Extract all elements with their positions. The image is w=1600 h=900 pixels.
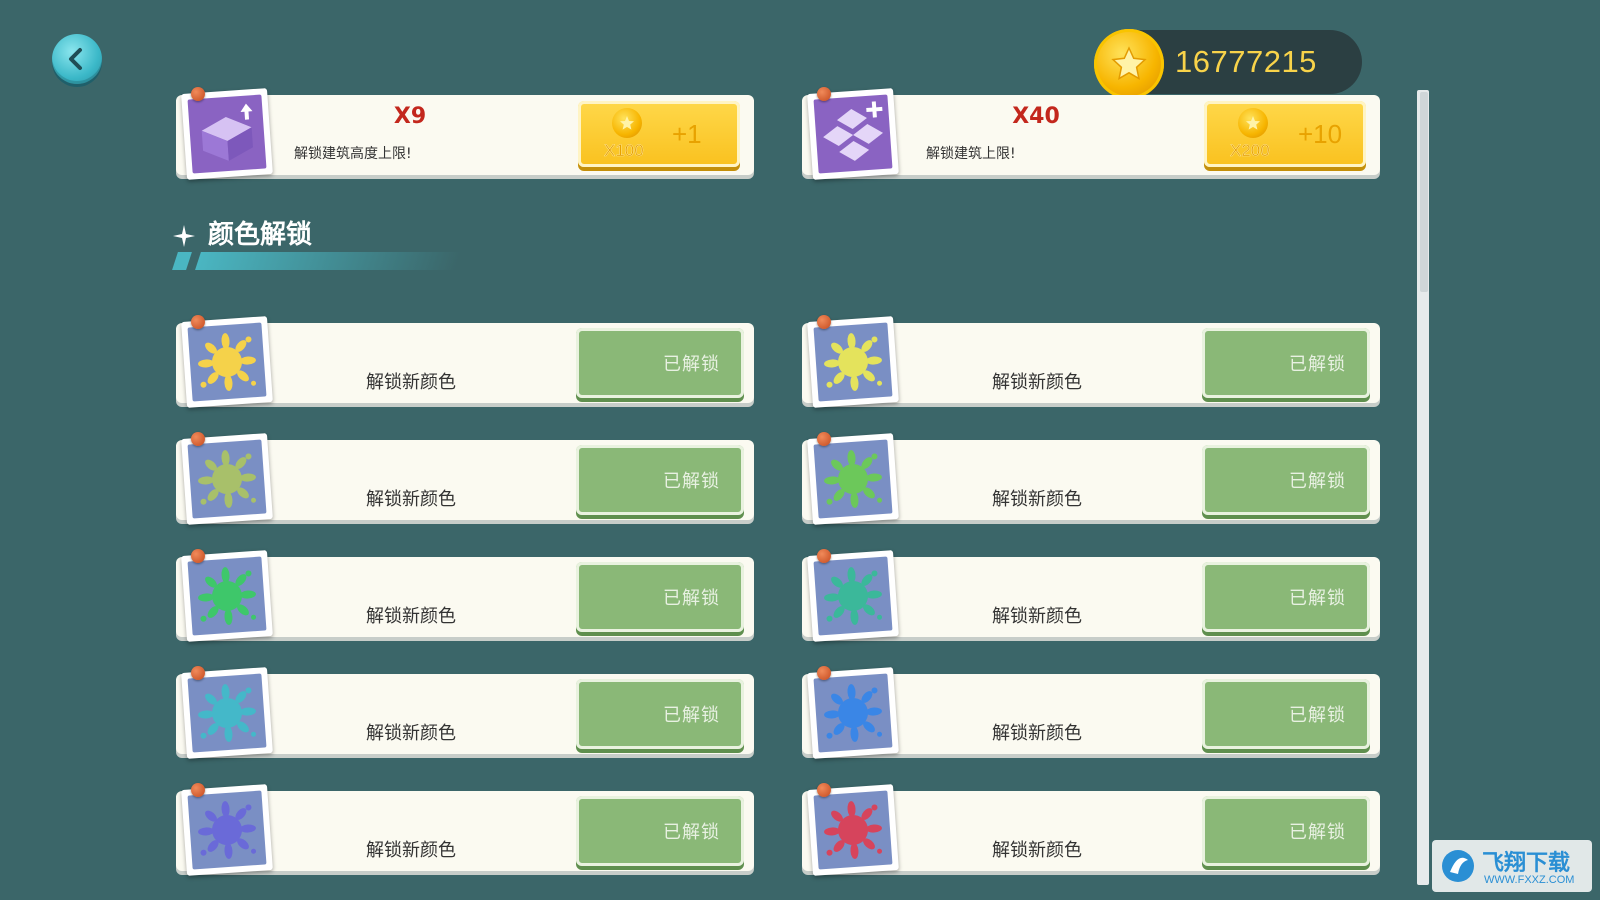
upgrade-thumbnail	[807, 88, 899, 180]
upgrade-description: 解锁建筑高度上限!	[294, 146, 412, 162]
color-thumbnail	[807, 550, 899, 642]
color-description: 解锁新颜色	[366, 606, 456, 627]
upgrade-multiplier: X40	[1012, 104, 1060, 129]
color-description: 解锁新颜色	[992, 372, 1082, 393]
paint-splat-icon	[824, 333, 883, 391]
pin-icon	[817, 783, 831, 797]
buy-height-button[interactable]: X100 +1	[578, 101, 740, 167]
paint-splat-icon	[198, 333, 257, 391]
watermark-logo-icon	[1442, 850, 1474, 882]
watermark-logo: 飞翔下载 WWW.FXXZ.COM	[1432, 840, 1592, 892]
upgrade-thumbnail	[181, 88, 273, 180]
unlocked-label: 已解锁	[663, 588, 720, 609]
pin-icon	[191, 87, 205, 101]
section-title: 颜色解锁	[208, 220, 313, 250]
color-thumbnail	[181, 316, 273, 408]
back-arrow-icon	[69, 48, 82, 70]
pin-icon	[817, 549, 831, 563]
paint-splat-icon	[824, 801, 883, 859]
unlocked-label: 已解锁	[1289, 354, 1346, 375]
color-description: 解锁新颜色	[992, 489, 1082, 510]
color-description: 解锁新颜色	[366, 723, 456, 744]
unlocked-label: 已解锁	[663, 471, 720, 492]
color-thumbnail	[181, 550, 273, 642]
color-thumbnail	[807, 784, 899, 876]
color-thumbnail	[807, 667, 899, 759]
pin-icon	[191, 666, 205, 680]
pin-icon	[817, 87, 831, 101]
color-description: 解锁新颜色	[366, 489, 456, 510]
unlocked-button[interactable]: 已解锁	[576, 445, 744, 515]
sparkle-icon	[173, 225, 195, 247]
pin-icon	[191, 315, 205, 329]
color-thumbnail	[181, 667, 273, 759]
paint-splat-icon	[824, 450, 883, 508]
color-description: 解锁新颜色	[366, 840, 456, 861]
unlocked-button[interactable]: 已解锁	[576, 328, 744, 398]
unlocked-button[interactable]: 已解锁	[1202, 796, 1370, 866]
back-button[interactable]	[52, 34, 102, 84]
coin-icon	[1238, 108, 1268, 138]
coin-balance: 16777215	[1175, 44, 1317, 79]
unlocked-label: 已解锁	[663, 354, 720, 375]
scrollbar-thumb[interactable]	[1420, 92, 1428, 292]
star-coin-icon	[1094, 29, 1164, 99]
unlocked-button[interactable]: 已解锁	[576, 796, 744, 866]
paint-splat-icon	[824, 567, 883, 625]
building-height-icon	[201, 103, 253, 161]
pin-icon	[817, 666, 831, 680]
color-thumbnail	[807, 433, 899, 525]
color-thumbnail	[807, 316, 899, 408]
coin-icon	[612, 108, 642, 138]
buy-count-button[interactable]: X200 +10	[1204, 101, 1366, 167]
unlocked-label: 已解锁	[663, 822, 720, 843]
unlocked-button[interactable]: 已解锁	[1202, 679, 1370, 749]
buy-gain: +1	[672, 119, 702, 149]
buy-gain: +10	[1298, 119, 1343, 149]
color-thumbnail	[181, 433, 273, 525]
watermark-title: 飞翔下载	[1482, 851, 1571, 876]
pin-icon	[191, 432, 205, 446]
upgrade-multiplier: X9	[393, 104, 427, 129]
paint-splat-icon	[198, 801, 257, 859]
pin-icon	[817, 315, 831, 329]
unlocked-label: 已解锁	[1289, 822, 1346, 843]
buy-cost: X200	[1230, 141, 1270, 160]
pin-icon	[191, 783, 205, 797]
unlocked-label: 已解锁	[1289, 588, 1346, 609]
color-description: 解锁新颜色	[992, 606, 1082, 627]
unlocked-button[interactable]: 已解锁	[576, 679, 744, 749]
color-description: 解锁新颜色	[992, 840, 1082, 861]
title-underline	[172, 252, 192, 270]
building-count-icon	[823, 101, 883, 161]
watermark-url: WWW.FXXZ.COM	[1484, 874, 1575, 886]
paint-splat-icon	[198, 450, 257, 508]
unlocked-label: 已解锁	[663, 705, 720, 726]
color-description: 解锁新颜色	[992, 723, 1082, 744]
unlocked-label: 已解锁	[1289, 705, 1346, 726]
paint-splat-icon	[824, 684, 883, 742]
paint-splat-icon	[198, 684, 257, 742]
unlocked-button[interactable]: 已解锁	[1202, 328, 1370, 398]
unlocked-label: 已解锁	[1289, 471, 1346, 492]
color-description: 解锁新颜色	[366, 372, 456, 393]
title-underline	[195, 252, 461, 270]
pin-icon	[191, 549, 205, 563]
unlocked-button[interactable]: 已解锁	[1202, 445, 1370, 515]
paint-splat-icon	[198, 567, 257, 625]
unlocked-button[interactable]: 已解锁	[576, 562, 744, 632]
upgrade-description: 解锁建筑上限!	[926, 146, 1016, 162]
unlocked-button[interactable]: 已解锁	[1202, 562, 1370, 632]
buy-cost: X100	[604, 141, 644, 160]
color-thumbnail	[181, 784, 273, 876]
pin-icon	[817, 432, 831, 446]
